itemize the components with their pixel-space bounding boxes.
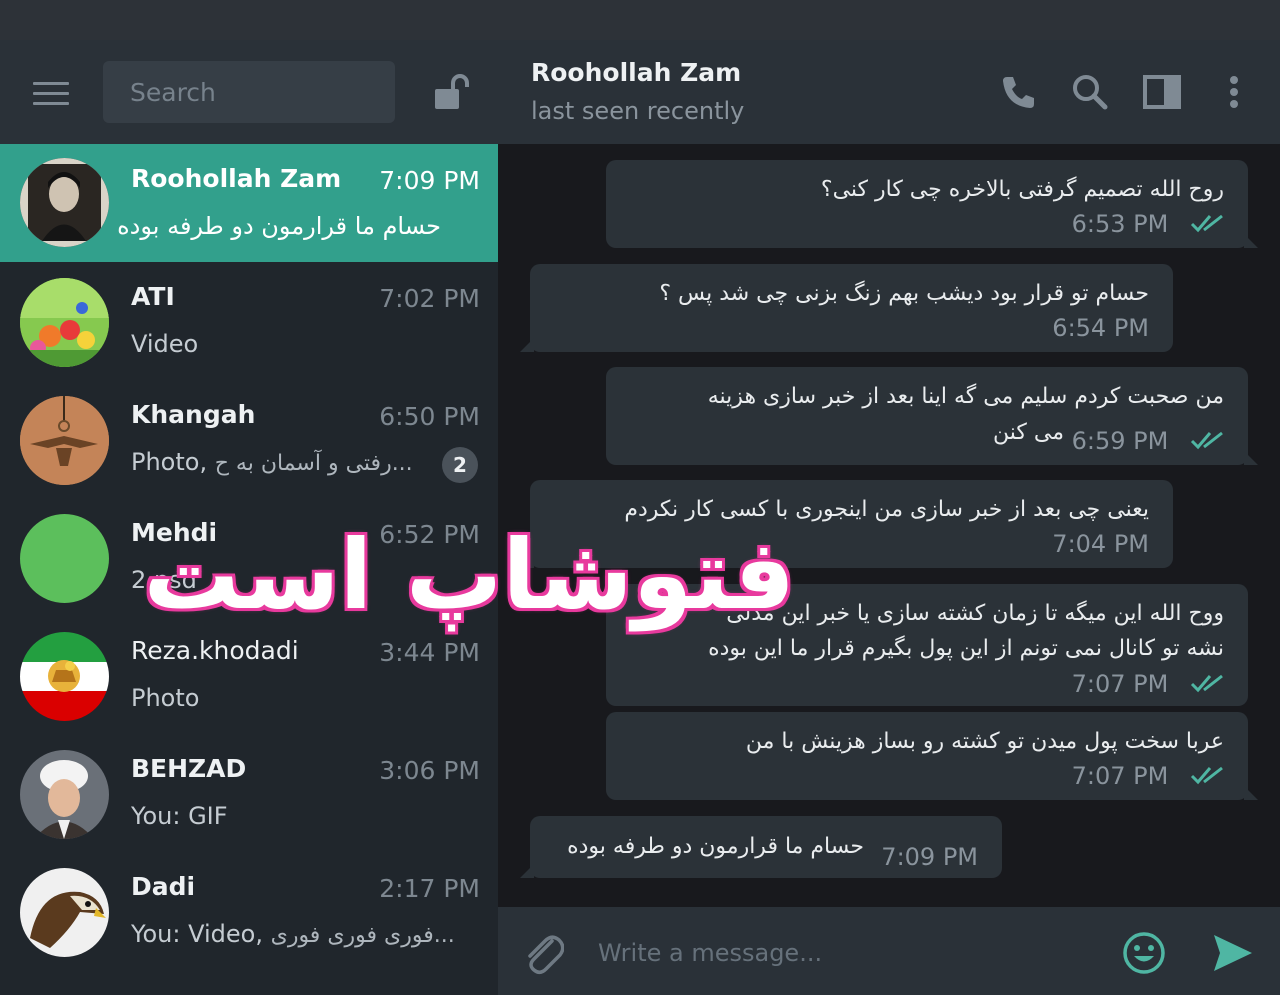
unlock-icon[interactable] [433, 73, 469, 113]
message-text: عربا سخت پول میدن تو کشته رو بساز هزینش … [745, 729, 1224, 754]
message-bubble-outgoing[interactable]: ووح الله این میگه تا زمان کشته سازی یا خ… [606, 584, 1248, 706]
avatar [20, 750, 109, 839]
send-icon[interactable] [1210, 931, 1254, 975]
chat-preview: Photo, ...رفتی و آسمان به ح [131, 448, 413, 476]
chat-preview: Photo [131, 684, 200, 712]
chat-item-roohollah-zam[interactable]: Roohollah Zam 7:09 PM حسام ما قرارمون دو… [0, 144, 498, 262]
message-time: 7:07 PM [1071, 670, 1169, 698]
chat-name: Roohollah Zam [131, 164, 342, 193]
chat-time: 3:06 PM [379, 756, 480, 785]
phone-icon[interactable] [998, 72, 1038, 112]
chat-time: 6:52 PM [379, 520, 480, 549]
paperclip-icon[interactable] [522, 931, 565, 975]
message-bubble-outgoing[interactable]: عربا سخت پول میدن تو کشته رو بساز هزینش … [606, 712, 1258, 800]
message-bubble-incoming[interactable]: حسام ما قرارمون دو طرفه بوده 7:09 PM [520, 816, 1002, 878]
chat-preview-prefix: You: Video, [131, 920, 263, 948]
message-composer [498, 907, 1280, 995]
chat-preview: You: GIF [131, 802, 228, 830]
message-time: 6:59 PM [1071, 427, 1169, 455]
bubble-tail [1244, 451, 1258, 465]
bubble-tail [520, 338, 534, 352]
chat-preview-prefix: Photo, [131, 448, 208, 476]
avatar [20, 514, 109, 603]
chat-item-ati[interactable]: ATI 7:02 PM Video [0, 262, 498, 380]
chat-preview-text: ...رفتی و آسمان به ح [214, 451, 413, 476]
smile-icon[interactable] [1122, 931, 1166, 975]
bubble-tail [1244, 786, 1258, 800]
message-text: یعنی چی بعد از خبر سازی من اینجوری با کس… [624, 497, 1149, 522]
chat-preview: Video [131, 330, 199, 358]
message-text: من صحبت کردم سلیم می گه اینا بعد از خبر … [707, 384, 1224, 409]
message-time: 6:53 PM [1071, 210, 1169, 238]
sidebar: Roohollah Zam 7:09 PM حسام ما قرارمون دو… [0, 40, 498, 995]
message-bubble-incoming[interactable]: یعنی چی بعد از خبر سازی من اینجوری با کس… [520, 480, 1173, 568]
chat-preview: You: Video, ...فوری فوری فوری [131, 920, 455, 948]
chat-time: 7:09 PM [379, 166, 480, 195]
avatar [20, 278, 109, 367]
chat-item-behzad[interactable]: BEHZAD 3:06 PM You: GIF [0, 734, 498, 852]
double-check-icon [1190, 211, 1224, 239]
columns-icon[interactable] [1142, 72, 1182, 112]
message-time: 6:54 PM [1052, 314, 1149, 342]
message-list: روح الله تصمیم گرفتی بالاخره چی کار کنی؟… [498, 144, 1280, 907]
message-text: ووح الله این میگه تا زمان کشته سازی یا خ… [726, 601, 1224, 626]
chat-name: Reza.khodadi [131, 636, 299, 665]
avatar [20, 396, 109, 485]
double-check-icon [1190, 671, 1224, 699]
chat-item-mehdi[interactable]: Mehdi 6:52 PM 2.psd [0, 498, 498, 616]
peer-status: last seen recently [531, 97, 745, 125]
search-icon[interactable] [1070, 72, 1110, 112]
chat-name: BEHZAD [131, 754, 247, 783]
chat-item-reza-khodadi[interactable]: Reza.khodadi 3:44 PM Photo [0, 616, 498, 734]
chat-name: Mehdi [131, 518, 218, 547]
message-time: 7:07 PM [1071, 762, 1169, 790]
chat-name: ATI [131, 282, 175, 311]
message-bubble-outgoing[interactable]: روح الله تصمیم گرفتی بالاخره چی کار کنی؟… [606, 160, 1258, 248]
avatar [20, 632, 109, 721]
message-time: 7:04 PM [1052, 530, 1149, 558]
chat-time: 3:44 PM [379, 638, 480, 667]
message-time: 7:09 PM [881, 843, 978, 871]
chat-preview: 2.psd [131, 566, 197, 594]
bubble-tail [520, 864, 534, 878]
bubble-tail [1244, 234, 1258, 248]
chat-header: Roohollah Zam last seen recently [498, 40, 1280, 144]
message-input[interactable] [598, 927, 1098, 979]
chat-name: Khangah [131, 400, 256, 429]
message-meta: 6:53 PM [1072, 210, 1224, 239]
avatar [20, 158, 109, 247]
message-text: حسام تو قرار بود دیشب بهم زنگ بزنی چی شد… [659, 281, 1149, 306]
search-input[interactable] [103, 61, 395, 123]
chat-preview: حسام ما قرارمون دو طرفه بوده [117, 212, 441, 240]
unread-badge: 2 [442, 447, 478, 483]
avatar [20, 868, 109, 957]
window-titlebar [0, 0, 1280, 40]
message-meta: 6:59 PM [1072, 427, 1224, 456]
chat-preview-text: ...فوری فوری فوری [270, 923, 455, 948]
message-bubble-outgoing[interactable]: من صحبت کردم سلیم می گه اینا بعد از خبر … [606, 367, 1258, 465]
peer-name[interactable]: Roohollah Zam [531, 58, 741, 87]
hamburger-icon[interactable] [33, 82, 69, 106]
message-text: روح الله تصمیم گرفتی بالاخره چی کار کنی؟ [820, 177, 1224, 202]
double-check-icon [1190, 763, 1224, 791]
message-bubble-incoming[interactable]: حسام تو قرار بود دیشب بهم زنگ بزنی چی شد… [520, 264, 1173, 352]
chat-name: Dadi [131, 872, 196, 901]
more-vertical-icon[interactable] [1214, 72, 1254, 112]
message-meta: 7:07 PM [1072, 762, 1224, 791]
chat-item-dadi[interactable]: Dadi 2:17 PM You: Video, ...فوری فوری فو… [0, 852, 498, 970]
chat-item-khangah[interactable]: Khangah 6:50 PM Photo, ...رفتی و آسمان ب… [0, 380, 498, 498]
chat-time: 2:17 PM [379, 874, 480, 903]
chat-time: 7:02 PM [379, 284, 480, 313]
bubble-tail [520, 554, 534, 568]
message-text: می کنن [993, 420, 1064, 445]
sidebar-header [0, 40, 498, 144]
message-text: حسام ما قرارمون دو طرفه بوده [567, 834, 864, 859]
message-text: نشه تو کانال نمی تونم از این پول بگیرم ق… [708, 636, 1224, 661]
message-meta: 7:07 PM [1072, 670, 1224, 699]
chat-time: 6:50 PM [379, 402, 480, 431]
double-check-icon [1190, 428, 1224, 456]
